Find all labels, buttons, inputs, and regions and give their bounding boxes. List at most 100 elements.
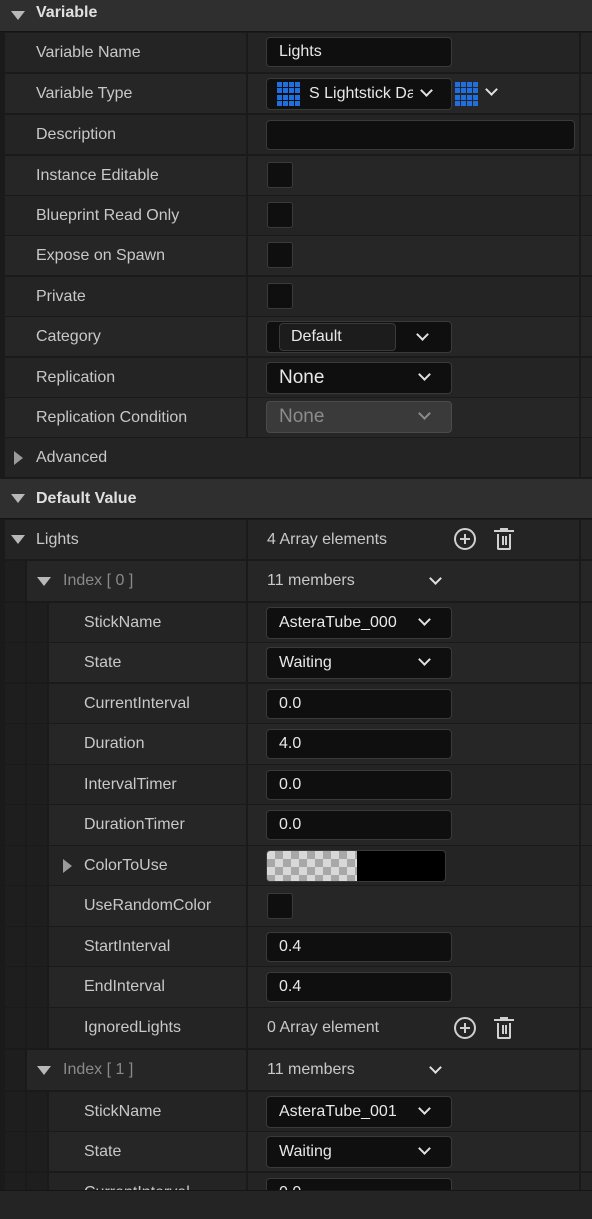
duration-label: Duration: [84, 735, 145, 752]
collapse-arrow-icon[interactable]: [37, 577, 51, 586]
state-dropdown[interactable]: Waiting: [266, 647, 452, 679]
state-row: State Waiting: [0, 643, 592, 683]
color-swatch[interactable]: [266, 850, 446, 882]
category-title: Default Value: [36, 490, 137, 507]
duration-timer-row: DurationTimer 0.0: [0, 805, 592, 846]
default-value-category-header[interactable]: Default Value: [0, 479, 592, 519]
chevron-down-icon: [418, 407, 431, 420]
ignored-lights-count: 0 Array element: [267, 1019, 380, 1036]
replication-dropdown[interactable]: None: [266, 362, 452, 394]
instance-editable-checkbox[interactable]: [267, 162, 293, 188]
add-element-icon[interactable]: [454, 1017, 476, 1039]
use-random-color-checkbox[interactable]: [267, 893, 293, 919]
stickname-label: StickName: [84, 1103, 162, 1120]
interval-timer-input[interactable]: 0.0: [266, 770, 452, 800]
start-interval-input[interactable]: 0.4: [266, 932, 452, 962]
add-element-icon[interactable]: [454, 528, 476, 550]
current-interval-row-1: CurrentInterval 0.0: [0, 1173, 592, 1190]
private-checkbox[interactable]: [267, 283, 293, 309]
expose-on-spawn-label: Expose on Spawn: [36, 247, 165, 264]
stickname-dropdown[interactable]: AsteraTube_001: [266, 1096, 452, 1128]
interval-timer-label: IntervalTimer: [84, 776, 177, 793]
stickname-dropdown[interactable]: AsteraTube_000: [266, 607, 452, 639]
collapse-arrow-icon[interactable]: [37, 1066, 51, 1075]
expose-on-spawn-row: Expose on Spawn: [0, 236, 592, 276]
replication-condition-label: Replication Condition: [36, 409, 188, 426]
end-interval-row: EndInterval 0.4: [0, 967, 592, 1008]
chevron-down-icon[interactable]: [416, 328, 429, 341]
duration-input[interactable]: 4.0: [266, 729, 452, 759]
description-input[interactable]: [266, 120, 575, 150]
current-interval-label: CurrentInterval: [84, 695, 190, 712]
replication-condition-value: None: [279, 406, 325, 427]
stickname-value: AsteraTube_001: [279, 1103, 397, 1120]
description-label: Description: [36, 126, 117, 143]
panel-footer: [0, 1190, 592, 1219]
private-label: Private: [36, 288, 86, 305]
chevron-down-icon: [420, 84, 433, 97]
state-value: Waiting: [279, 654, 332, 671]
ignored-lights-label: IgnoredLights: [84, 1019, 181, 1036]
container-type-combo[interactable]: [455, 81, 503, 109]
duration-timer-input[interactable]: 0.0: [266, 810, 452, 840]
stickname-value: AsteraTube_000: [279, 614, 397, 631]
chevron-down-icon: [418, 368, 431, 381]
category-title: Variable: [36, 4, 98, 21]
private-row: Private: [0, 277, 592, 317]
end-interval-label: EndInterval: [84, 978, 165, 995]
collapse-arrow-icon[interactable]: [11, 11, 25, 20]
blueprint-read-only-checkbox[interactable]: [267, 202, 293, 228]
index-1-members: 11 members: [267, 1061, 355, 1078]
variable-type-row: Variable Type S Lightstick Da: [0, 74, 592, 114]
trash-icon[interactable]: [494, 1017, 514, 1039]
expose-on-spawn-checkbox[interactable]: [267, 242, 293, 268]
state-row-1: State Waiting: [0, 1132, 592, 1172]
instance-editable-label: Instance Editable: [36, 167, 159, 184]
description-row: Description: [0, 115, 592, 155]
variable-name-input[interactable]: Lights: [266, 37, 452, 67]
chevron-down-icon: [418, 653, 431, 666]
container-type-icon: [455, 82, 479, 106]
stickname-label: StickName: [84, 614, 162, 631]
index-0-members: 11 members: [267, 572, 355, 589]
category-combo[interactable]: Default: [266, 321, 452, 353]
state-value: Waiting: [279, 1143, 332, 1160]
duration-row: Duration 4.0: [0, 724, 592, 765]
current-interval-input[interactable]: 0.0: [266, 689, 452, 719]
index-0-label: Index [ 0 ]: [63, 572, 134, 589]
variable-category-header[interactable]: Variable: [0, 0, 592, 32]
replication-condition-row: Replication Condition None: [0, 398, 592, 438]
struct-type-icon: [277, 82, 301, 106]
interval-timer-row: IntervalTimer 0.0: [0, 765, 592, 805]
start-interval-label: StartInterval: [84, 938, 171, 955]
current-interval-row: CurrentInterval 0.0: [0, 684, 592, 724]
variable-type-combo[interactable]: S Lightstick Da: [266, 78, 452, 110]
advanced-section[interactable]: Advanced: [0, 438, 592, 478]
instance-editable-row: Instance Editable: [0, 156, 592, 196]
state-dropdown[interactable]: Waiting: [266, 1136, 452, 1168]
replication-value: None: [279, 367, 325, 388]
replication-label: Replication: [36, 369, 116, 386]
ignored-lights-row: IgnoredLights 0 Array element: [0, 1008, 592, 1049]
stickname-row-1: StickName AsteraTube_001: [0, 1092, 592, 1132]
category-input[interactable]: Default: [279, 323, 396, 351]
trash-icon[interactable]: [494, 528, 514, 550]
use-random-color-row: UseRandomColor: [0, 886, 592, 927]
lights-label: Lights: [36, 531, 79, 548]
lights-array-row: Lights 4 Array elements: [0, 520, 592, 560]
index-1-row: Index [ 1 ] 11 members: [0, 1050, 592, 1091]
variable-name-row: Variable Name Lights: [0, 33, 592, 73]
chevron-down-icon: [418, 613, 431, 626]
collapse-arrow-icon[interactable]: [11, 535, 25, 544]
end-interval-input[interactable]: 0.4: [266, 972, 452, 1002]
collapse-arrow-icon[interactable]: [11, 494, 25, 503]
current-interval-input[interactable]: 0.0: [266, 1178, 452, 1190]
expand-arrow-icon[interactable]: [14, 451, 23, 465]
variable-type-value: S Lightstick Da: [309, 85, 413, 102]
expand-arrow-icon[interactable]: [63, 859, 72, 873]
variable-type-label: Variable Type: [36, 85, 133, 102]
chevron-down-icon: [485, 83, 498, 96]
blueprint-read-only-row: Blueprint Read Only: [0, 196, 592, 236]
details-panel: Variable Variable Name Lights Variable T…: [0, 0, 592, 1190]
advanced-label: Advanced: [36, 449, 108, 466]
